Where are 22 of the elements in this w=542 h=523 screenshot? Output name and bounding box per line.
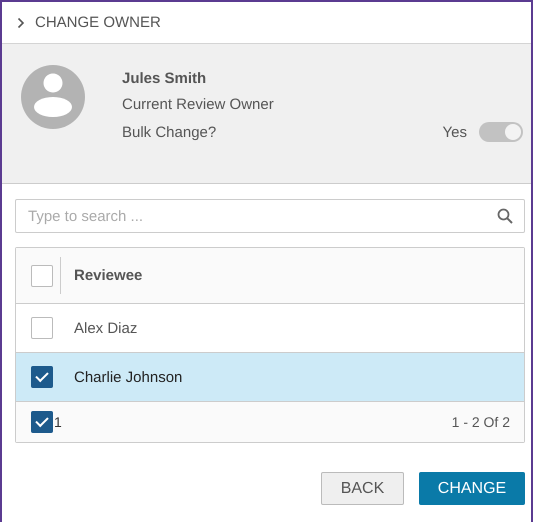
change-button[interactable]: CHANGE bbox=[419, 472, 525, 505]
reviewee-name: Alex Diaz bbox=[74, 320, 138, 336]
bulk-change-label: Bulk Change? bbox=[122, 124, 216, 140]
selected-count: 1 bbox=[54, 414, 62, 430]
panel-title: CHANGE OWNER bbox=[35, 14, 161, 31]
bulk-change-value: Yes bbox=[442, 124, 467, 140]
owner-role: Current Review Owner bbox=[122, 96, 275, 113]
row-checkbox[interactable] bbox=[31, 366, 53, 388]
bulk-change-toggle[interactable] bbox=[479, 122, 523, 142]
chevron-icon[interactable] bbox=[17, 16, 25, 28]
back-button[interactable]: BACK bbox=[321, 472, 404, 505]
avatar-icon bbox=[20, 64, 86, 130]
column-header: Reviewee bbox=[74, 267, 142, 284]
owner-name: Jules Smith bbox=[122, 70, 208, 87]
search-field[interactable]: Type to search ... bbox=[15, 199, 525, 233]
search-icon[interactable] bbox=[497, 208, 513, 224]
table-row[interactable]: Charlie Johnson bbox=[16, 353, 524, 402]
page-range: 1 - 2 Of 2 bbox=[452, 414, 510, 430]
selected-count-checkbox[interactable] bbox=[31, 411, 53, 433]
reviewee-name: Charlie Johnson bbox=[74, 368, 182, 386]
row-checkbox[interactable] bbox=[31, 317, 53, 339]
select-all-checkbox[interactable] bbox=[31, 264, 53, 286]
